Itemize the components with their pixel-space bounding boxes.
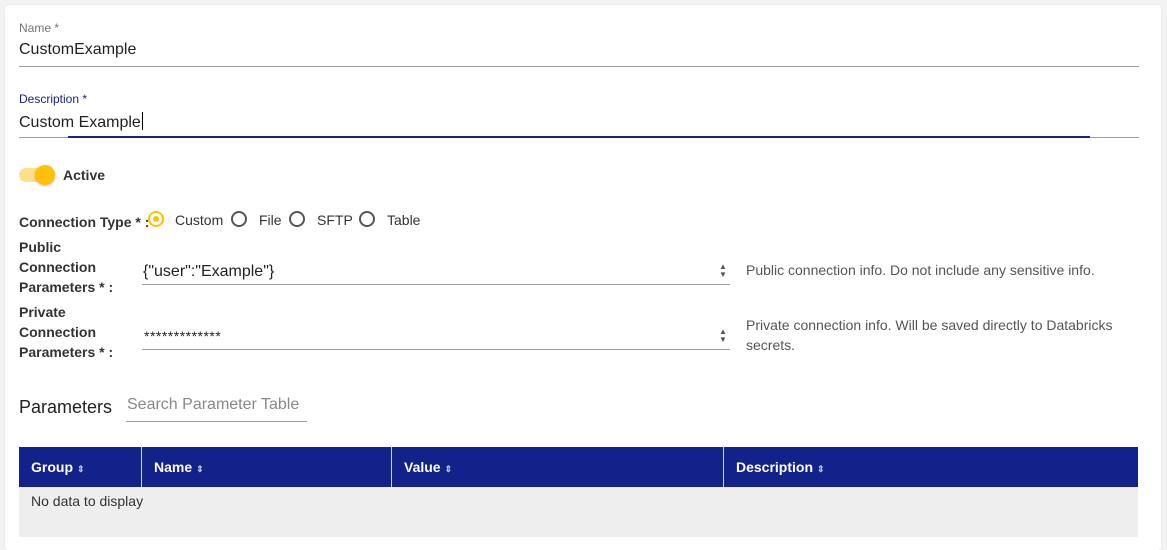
public-params-hint: Public connection info. Do not include a…	[746, 262, 1095, 278]
private-params-input[interactable]: *************	[144, 328, 221, 344]
private-params-spinner[interactable]: ▲ ▼	[718, 328, 728, 344]
parameter-search-input[interactable]: Search Parameter Table	[127, 396, 299, 414]
private-params-label: Private Connection Parameters * :	[19, 302, 113, 362]
column-header-value-label: Value	[404, 459, 441, 475]
sort-icon: ⇕	[196, 464, 204, 474]
radio-custom[interactable]	[148, 211, 164, 227]
public-params-underline	[142, 284, 730, 285]
column-header-value[interactable]: Value ⇕	[392, 447, 724, 487]
public-params-input[interactable]: {"user":"Example"}	[143, 263, 274, 281]
parameter-search-underline	[126, 421, 307, 422]
public-params-label: Public Connection Parameters * :	[19, 237, 113, 297]
spin-down-icon: ▼	[719, 270, 727, 279]
sort-icon: ⇕	[817, 464, 825, 474]
radio-table-label: Table	[387, 212, 421, 228]
active-label: Active	[63, 167, 106, 183]
column-header-description-label: Description	[736, 459, 814, 475]
radio-sftp[interactable]	[289, 211, 305, 227]
spin-down-icon: ▼	[719, 335, 727, 344]
toggle-thumb	[35, 165, 55, 185]
radio-file[interactable]	[231, 211, 247, 227]
column-header-name-label: Name	[154, 459, 193, 475]
column-header-group[interactable]: Group ⇕	[19, 447, 142, 487]
private-params-underline	[142, 349, 730, 350]
connection-form-card: Name * CustomExample Description * Custo…	[5, 5, 1161, 550]
sort-icon: ⇕	[444, 464, 453, 474]
public-params-label-line-2: Connection	[19, 259, 96, 275]
private-params-label-line-1: Private	[19, 304, 66, 320]
radio-custom-label: Custom	[175, 212, 224, 228]
column-header-description[interactable]: Description ⇕	[724, 447, 1138, 487]
radio-file-label: File	[259, 212, 282, 228]
parameters-title: Parameters	[19, 397, 113, 417]
public-params-label-line-3: Parameters * :	[19, 279, 114, 295]
private-params-hint: Private connection info. Will be saved d…	[746, 315, 1113, 355]
private-params-label-line-3: Parameters * :	[19, 344, 114, 360]
description-focus-underline	[68, 136, 1090, 138]
private-params-hint-line-2: secrets.	[746, 337, 796, 353]
text-caret	[141, 112, 143, 130]
column-header-group-label: Group	[31, 459, 73, 475]
description-input[interactable]: Custom Example	[19, 112, 143, 132]
connection-type-label: Connection Type * :	[19, 214, 150, 230]
name-underline	[19, 66, 1139, 67]
parameters-table-body: No data to display	[19, 487, 1138, 537]
parameters-table-header: Group ⇕ Name ⇕ Value ⇕ Description ⇕	[19, 447, 1138, 487]
active-toggle[interactable]	[19, 164, 59, 186]
description-field-label: Description *	[19, 92, 88, 106]
private-params-hint-line-1: Private connection info. Will be saved d…	[746, 317, 1113, 333]
private-params-label-line-2: Connection	[19, 324, 96, 340]
name-field-label: Name *	[19, 21, 60, 35]
radio-sftp-label: SFTP	[317, 212, 353, 228]
name-input[interactable]: CustomExample	[19, 41, 136, 59]
description-value: Custom Example	[19, 114, 141, 131]
sort-icon: ⇕	[77, 464, 85, 474]
column-header-name[interactable]: Name ⇕	[142, 447, 392, 487]
public-params-label-line-1: Public	[19, 239, 62, 255]
public-params-spinner[interactable]: ▲ ▼	[718, 263, 728, 279]
radio-table[interactable]	[359, 211, 375, 227]
empty-table-message: No data to display	[31, 493, 144, 509]
